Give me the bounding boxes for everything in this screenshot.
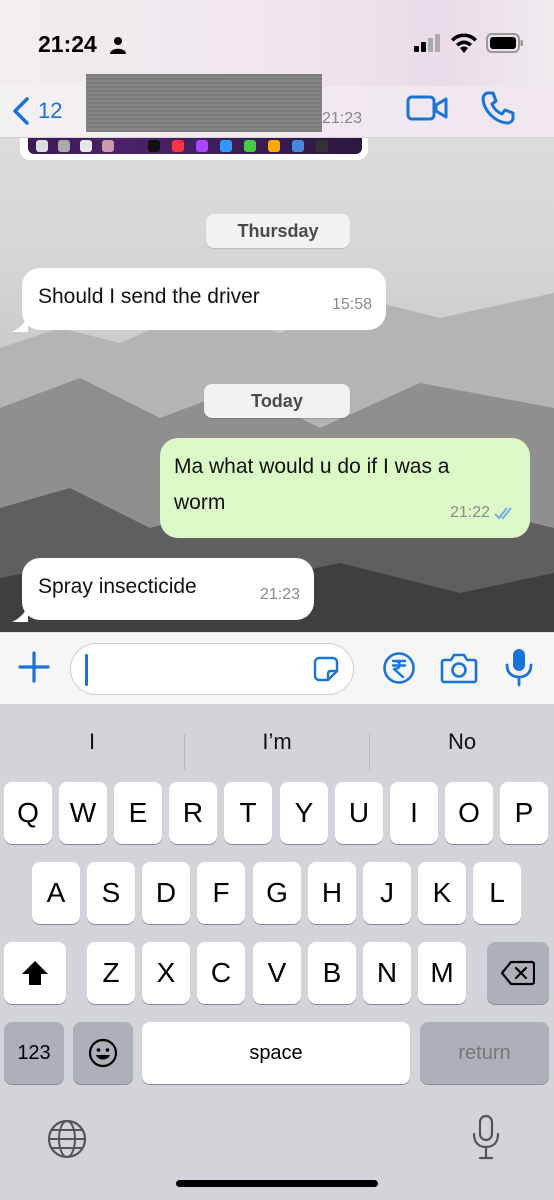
message-text: Spray insecticide [38, 575, 197, 598]
key-t[interactable]: T [224, 782, 272, 844]
camera-icon[interactable] [440, 651, 478, 685]
bubble-tail [12, 606, 28, 622]
message-time: 15:58 [331, 296, 372, 313]
key-f[interactable]: F [197, 862, 245, 924]
key-n[interactable]: N [363, 942, 411, 1004]
plus-icon[interactable] [16, 649, 52, 685]
key-m[interactable]: M [418, 942, 466, 1004]
message-outgoing-1[interactable]: Ma what would u do if I was a worm 21:22 [160, 438, 530, 538]
key-c[interactable]: C [197, 942, 245, 1004]
key-o[interactable]: O [445, 782, 493, 844]
key-p[interactable]: P [500, 782, 548, 844]
key-r[interactable]: R [169, 782, 217, 844]
back-chevron-icon [13, 97, 29, 125]
key-z[interactable]: Z [87, 942, 135, 1004]
key-e[interactable]: E [114, 782, 162, 844]
backspace-key[interactable] [487, 942, 549, 1004]
suggestion-bar: I I’m No [0, 720, 554, 770]
video-call-icon[interactable] [406, 92, 448, 124]
unread-count: 12 [38, 98, 63, 123]
chat-header: 12 21:23 [0, 74, 554, 138]
suggestion-2[interactable]: I’m [185, 720, 369, 764]
key-l[interactable]: L [473, 862, 521, 924]
header-time: 21:23 [322, 110, 363, 127]
key-y[interactable]: Y [280, 782, 328, 844]
suggestion-3[interactable]: No [370, 720, 554, 764]
battery-icon [486, 33, 523, 53]
previous-media-preview[interactable] [20, 138, 368, 160]
wifi-icon [451, 33, 477, 53]
text-cursor [85, 654, 88, 686]
message-text-line1: Ma what would u do if I was a [174, 455, 450, 478]
message-incoming-2[interactable]: Spray insecticide 21:23 [22, 558, 314, 620]
double-check-icon [494, 507, 512, 520]
key-h[interactable]: H [308, 862, 356, 924]
message-text-line2: worm [174, 491, 226, 514]
key-a[interactable]: A [32, 862, 80, 924]
key-x[interactable]: X [142, 942, 190, 1004]
key-v[interactable]: V [253, 942, 301, 1004]
status-time: 21:24 [38, 31, 97, 57]
backspace-icon [501, 960, 535, 986]
signal-icon [414, 34, 440, 52]
key-k[interactable]: K [418, 862, 466, 924]
globe-icon[interactable] [46, 1118, 88, 1160]
person-icon [110, 37, 126, 54]
emoji-key[interactable] [73, 1022, 133, 1084]
message-input-bar [0, 632, 554, 704]
message-time: 21:23 [259, 586, 300, 603]
key-j[interactable]: J [363, 862, 411, 924]
emoji-icon [88, 1038, 118, 1068]
numbers-key[interactable]: 123 [4, 1022, 64, 1084]
space-key[interactable]: space [142, 1022, 410, 1084]
rupee-payment-icon[interactable] [382, 651, 416, 685]
microphone-icon[interactable] [504, 647, 534, 687]
chat-area[interactable]: Thursday Should I send the driver 15:58 … [0, 138, 554, 632]
message-text: Should I send the driver [38, 285, 260, 308]
key-q[interactable]: Q [4, 782, 52, 844]
key-i[interactable]: I [390, 782, 438, 844]
keyboard: I I’m No Q W E R T Y U I O P A S D F G H… [0, 704, 554, 1200]
redacted-contact-name[interactable] [86, 74, 322, 132]
return-key[interactable]: return [420, 1022, 549, 1084]
date-chip-thursday: Thursday [206, 214, 350, 248]
message-incoming-1[interactable]: Should I send the driver 15:58 [22, 268, 386, 330]
key-u[interactable]: U [335, 782, 383, 844]
key-b[interactable]: B [308, 942, 356, 1004]
sticker-icon[interactable] [313, 656, 339, 682]
message-input[interactable] [70, 643, 354, 695]
shift-icon [22, 961, 48, 985]
suggestion-1[interactable]: I [0, 720, 184, 764]
message-time: 21:22 [449, 504, 490, 521]
phone-call-icon[interactable] [480, 90, 516, 126]
key-w[interactable]: W [59, 782, 107, 844]
key-d[interactable]: D [142, 862, 190, 924]
date-chip-today: Today [204, 384, 350, 418]
key-s[interactable]: S [87, 862, 135, 924]
back-button[interactable]: 12 [12, 94, 82, 128]
home-indicator [176, 1180, 378, 1187]
key-g[interactable]: G [253, 862, 301, 924]
bubble-tail [12, 316, 28, 332]
dictation-mic-icon[interactable] [470, 1114, 502, 1162]
shift-key[interactable] [4, 942, 66, 1004]
